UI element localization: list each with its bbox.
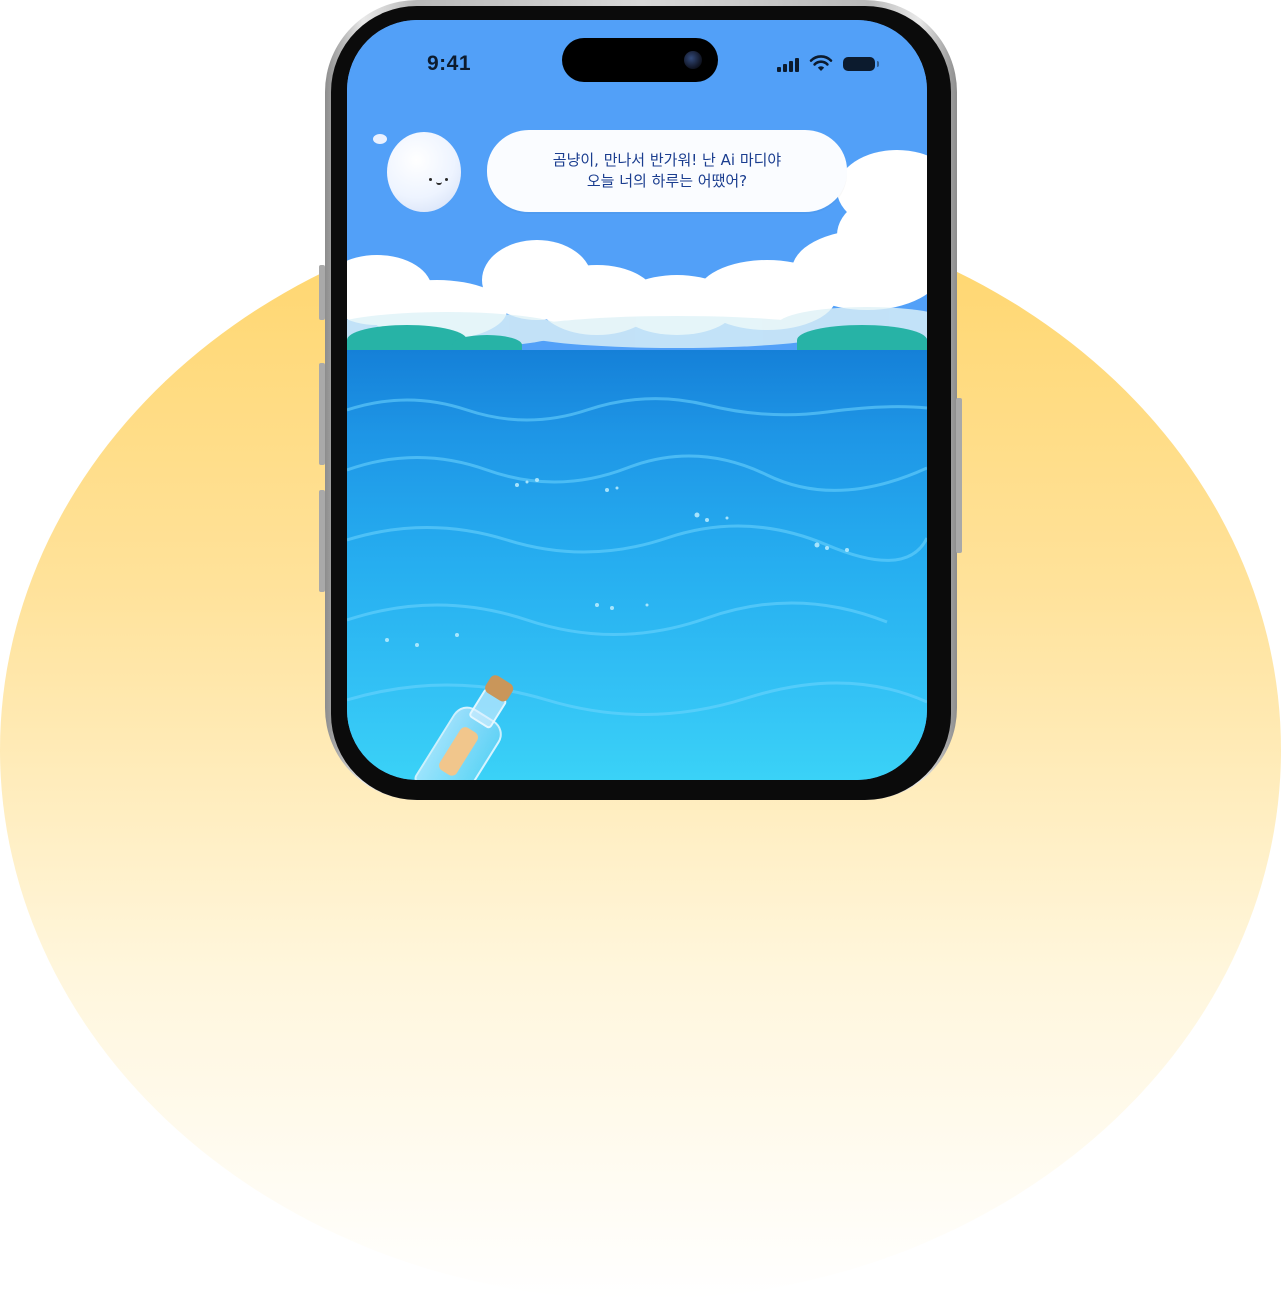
speech-bubble: 곰냥이, 만나서 반가워! 난 Ai 마디야 오늘 너의 하루는 어땠어? — [487, 130, 847, 212]
cellular-signal-icon — [777, 57, 799, 72]
water-ripples-icon — [347, 397, 927, 716]
speech-line-1: 곰냥이, 만나서 반가워! 난 Ai 마디야 — [552, 151, 782, 169]
app-screen: 9:41 곰냥이, 만나서 반가워! 난 Ai 마디야 오늘 너의 하루는 어땠… — [347, 20, 927, 780]
power-button — [956, 398, 962, 553]
camera-icon — [684, 51, 702, 69]
mascot-face — [429, 176, 451, 188]
volume-down-button — [319, 490, 325, 592]
battery-icon — [843, 57, 879, 71]
volume-up-button — [319, 363, 325, 465]
mascot-small-cloud-icon — [373, 134, 387, 144]
status-time: 9:41 — [427, 52, 472, 75]
status-bar: 9:41 — [347, 20, 927, 100]
status-icons — [777, 54, 879, 74]
cloud-mascot-icon[interactable] — [387, 132, 461, 212]
action-button — [319, 265, 325, 320]
speech-line-2: 오늘 너의 하루는 어땠어? — [586, 172, 748, 190]
dynamic-island — [562, 38, 718, 82]
wifi-icon — [809, 55, 833, 71]
